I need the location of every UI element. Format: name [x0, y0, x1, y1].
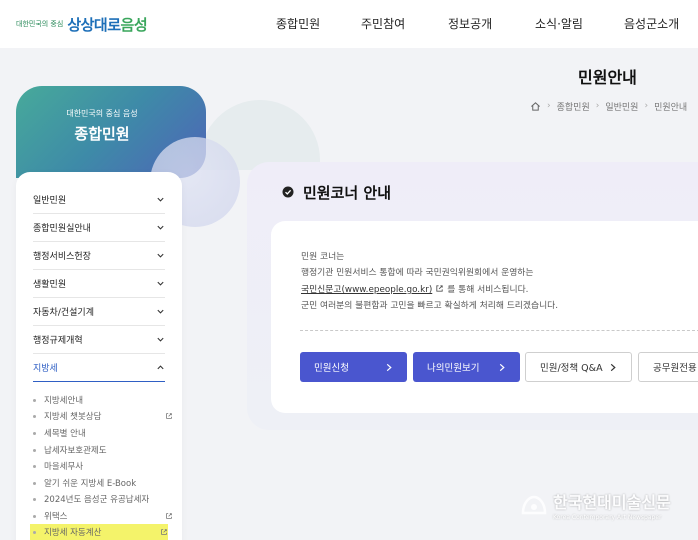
submenu-item[interactable]: 위택스 — [33, 508, 173, 524]
sidebar-item-local-tax[interactable]: 지방세 — [33, 354, 165, 382]
nav-item-civil[interactable]: 종합민원 — [276, 15, 320, 32]
submenu-label: 세목별 안내 — [44, 429, 86, 439]
submenu-label: 지방세 챗봇상담 — [44, 412, 102, 422]
page-title: 민원안내 — [578, 68, 637, 87]
bullet — [33, 414, 36, 418]
policy-qa-button[interactable]: 민원/정책 Q&A — [525, 352, 632, 382]
sidebar-item-label: 일반민원 — [33, 196, 67, 206]
chevron-down-icon — [157, 225, 164, 230]
breadcrumb-separator: › — [595, 101, 600, 111]
content-title: 민원코너 안내 — [282, 182, 391, 202]
official-only-button[interactable]: 공무원전용 — [638, 352, 698, 382]
check-circle-icon — [282, 186, 294, 198]
chevron-down-icon — [157, 309, 164, 314]
watermark-main: 한국현대미술신문 — [553, 493, 671, 512]
sidebar-item-label: 종합민원실안내 — [33, 224, 91, 234]
submenu-item[interactable]: 알기 쉬운 지방세 E-Book — [33, 475, 173, 491]
bullet — [33, 431, 36, 435]
chevron-down-icon — [157, 253, 164, 258]
submenu-label: 지방세 자동계산 — [44, 528, 102, 538]
submenu-item[interactable]: 세목별 안내 — [33, 425, 173, 441]
sidebar-item-living[interactable]: 생활민원 — [33, 270, 165, 298]
bullet — [33, 398, 36, 402]
banner-title: 종합민원 — [74, 125, 130, 143]
nav-item-news[interactable]: 소식·알림 — [535, 15, 583, 32]
bullet — [33, 514, 36, 518]
content-title-text: 민원코너 안내 — [303, 183, 392, 202]
sidebar-item-label: 지방세 — [33, 364, 58, 374]
submenu-label: 지방세안내 — [44, 396, 84, 406]
submenu-label: 마을세무사 — [44, 462, 84, 472]
nav-item-about[interactable]: 음성군소개 — [624, 15, 679, 32]
my-complaints-button[interactable]: 나의민원보기 — [413, 352, 520, 382]
newspaper-logo-icon — [521, 495, 547, 515]
submenu-item[interactable]: 마을세무사 — [33, 458, 173, 474]
submenu-item-highlighted[interactable]: 지방세 자동계산 — [30, 524, 168, 540]
bullet — [33, 448, 36, 452]
chevron-down-icon — [157, 197, 164, 202]
desc-line: 행정기관 민원서비스 통합에 따라 국민권익위원회에서 운영하는 — [301, 268, 534, 278]
sidebar-item-label: 행정규제개혁 — [33, 336, 83, 346]
divider — [300, 330, 698, 331]
breadcrumb-item[interactable]: 종합민원 — [557, 100, 590, 113]
submenu-item[interactable]: 2024년도 음성군 유공납세자 — [33, 491, 173, 507]
chevron-right-icon — [386, 363, 392, 371]
bullet — [33, 481, 36, 485]
submenu-label: 2024년도 음성군 유공납세자 — [44, 495, 150, 505]
submenu-label: 위택스 — [44, 512, 68, 522]
sidebar-item-label: 자동차/건설기계 — [33, 308, 94, 318]
newspaper-watermark: 한국현대미술신문 Korea Contemporary Art Newspape… — [520, 489, 671, 521]
watermark-text: 한국현대미술신문 Korea Contemporary Art Newspape… — [553, 489, 671, 521]
sidebar-item-vehicle[interactable]: 자동차/건설기계 — [33, 298, 165, 326]
bullet — [33, 464, 36, 468]
submenu-item[interactable]: 지방세 챗봇상담 — [33, 408, 173, 424]
nav-item-participation[interactable]: 주민참여 — [361, 15, 405, 32]
watermark-sub: Korea Contemporary Art Newspaper — [553, 514, 662, 521]
sidebar-item-label: 행정서비스헌장 — [33, 252, 91, 262]
breadcrumb-separator: › — [644, 101, 649, 111]
chevron-down-icon — [157, 337, 164, 342]
submenu-item[interactable]: 납세자보호관제도 — [33, 442, 173, 458]
nav-item-info[interactable]: 정보공개 — [448, 15, 492, 32]
desc-line: 국민신문고(www.epeople.go.kr) 를 통해 서비스됩니다. — [301, 282, 528, 295]
submenu-label: 알기 쉬운 지방세 E-Book — [44, 479, 137, 489]
breadcrumb: › 종합민원 › 일반민원 › 민원안내 — [530, 99, 687, 113]
external-link-icon — [166, 513, 172, 519]
bullet — [33, 497, 36, 501]
breadcrumb-separator: › — [547, 101, 551, 111]
desc-line: 군민 여러분의 불편함과 고민을 빠르고 확실하게 처리해 드리겠습니다. — [301, 301, 559, 311]
button-label: 민원/정책 Q&A — [540, 363, 603, 374]
bullet — [33, 530, 36, 534]
sidebar-item-charter[interactable]: 행정서비스헌장 — [33, 242, 165, 270]
submenu-label: 납세자보호관제도 — [44, 446, 107, 456]
sidebar-item-office[interactable]: 종합민원실안내 — [33, 214, 165, 242]
external-link-icon — [166, 413, 172, 419]
button-label: 공무원전용 — [653, 363, 697, 374]
chevron-down-icon — [157, 281, 164, 286]
apply-complaint-button[interactable]: 민원신청 — [300, 352, 407, 382]
external-link-icon — [161, 529, 167, 535]
desc-line: 민원 코너는 — [301, 252, 345, 262]
chevron-right-icon — [499, 363, 505, 371]
sidebar: 일반민원 종합민원실안내 행정서비스헌장 생활민원 자동차/건설기계 행정규제개… — [16, 172, 182, 540]
site-header: 대한민국의 중심 상상대로음성 종합민원 주민참여 정보공개 소식·알림 음성군… — [0, 0, 698, 48]
banner-subtitle: 대한민국의 중심 음성 — [66, 109, 138, 118]
breadcrumb-item-current: 민원안내 — [654, 102, 688, 113]
button-label: 민원신청 — [314, 363, 349, 374]
chevron-right-icon — [610, 363, 616, 371]
sidebar-item-regulation[interactable]: 행정규제개혁 — [33, 326, 165, 354]
breadcrumb-item[interactable]: 일반민원 — [605, 100, 638, 113]
sidebar-item-label: 생활민원 — [33, 280, 67, 290]
button-label: 나의민원보기 — [427, 363, 480, 374]
desc-text: 를 통해 서비스됩니다. — [447, 285, 529, 295]
home-icon[interactable] — [530, 101, 541, 112]
external-link-icon — [436, 285, 443, 292]
epeople-link[interactable]: 국민신문고(www.epeople.go.kr) — [301, 285, 432, 295]
main-navigation: 종합민원 주민참여 정보공개 소식·알림 음성군소개 — [0, 15, 698, 33]
sidebar-item-general[interactable]: 일반민원 — [33, 186, 165, 214]
submenu-item[interactable]: 지방세안내 — [33, 392, 173, 408]
chevron-up-icon — [157, 365, 164, 370]
